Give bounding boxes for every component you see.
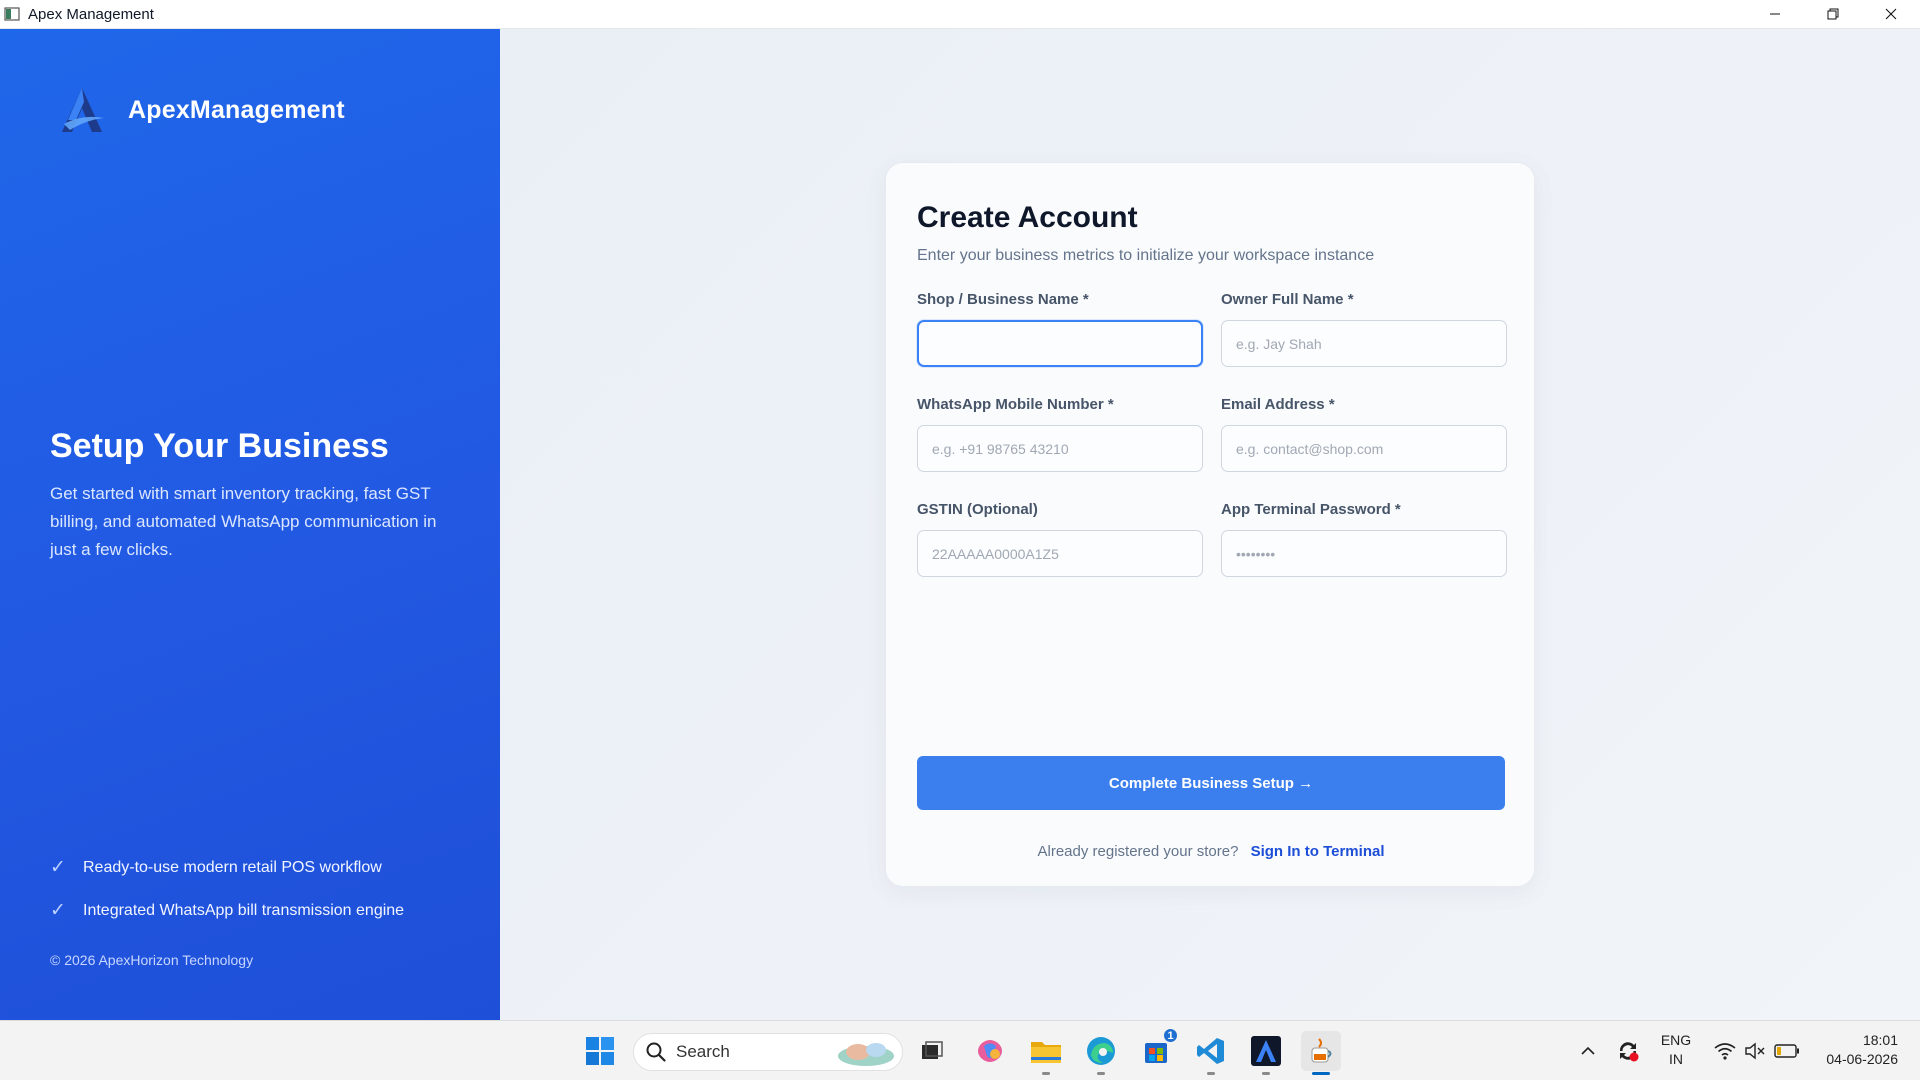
- owner-name-field: Owner Full Name *: [1221, 291, 1507, 367]
- taskbar-vscode[interactable]: [1191, 1031, 1231, 1075]
- taskbar-task-view[interactable]: [912, 1031, 952, 1071]
- shop-name-input[interactable]: [917, 320, 1203, 367]
- start-button[interactable]: [580, 1031, 620, 1071]
- tray-show-hidden[interactable]: [1568, 1031, 1608, 1071]
- tray-language[interactable]: ENG IN: [1660, 1031, 1692, 1069]
- windows-start-icon: [586, 1037, 614, 1065]
- email-field: Email Address *: [1221, 396, 1507, 472]
- folder-icon: [1031, 1042, 1061, 1063]
- taskbar-edge[interactable]: [1081, 1031, 1121, 1075]
- notification-badge: 1: [1162, 1027, 1179, 1044]
- feature-list: ✓ Ready-to-use modern retail POS workflo…: [50, 846, 404, 932]
- clock-time: 18:01: [1862, 1032, 1898, 1048]
- complete-setup-button[interactable]: Complete Business Setup →: [917, 756, 1505, 810]
- window-title: Apex Management: [28, 5, 154, 23]
- gstin-field: GSTIN (Optional): [917, 501, 1203, 577]
- window-titlebar: Apex Management: [0, 0, 1920, 29]
- battery-icon: [1774, 1044, 1799, 1058]
- region-code: IN: [1669, 1051, 1683, 1067]
- taskbar-apex-app[interactable]: [1246, 1031, 1286, 1075]
- gstin-label: GSTIN (Optional): [917, 501, 1038, 518]
- feature-text: Ready-to-use modern retail POS workflow: [83, 858, 382, 876]
- minimize-icon: [1770, 13, 1780, 15]
- restore-button[interactable]: [1804, 0, 1862, 29]
- hero-section: Setup Your Business Get started with sma…: [50, 427, 460, 564]
- taskbar-copilot[interactable]: [970, 1031, 1010, 1071]
- edge-browser-icon: [1087, 1037, 1115, 1065]
- taskbar-store[interactable]: 1: [1136, 1027, 1179, 1071]
- shop-name-label: Shop / Business Name *: [917, 291, 1089, 308]
- email-label: Email Address *: [1221, 396, 1335, 413]
- minimize-button[interactable]: [1746, 0, 1804, 29]
- apex-logo-icon: [62, 88, 104, 132]
- copilot-icon: [978, 1040, 1002, 1062]
- window-controls: [1746, 0, 1920, 29]
- branding-panel: ApexManagement Setup Your Business Get s…: [0, 29, 500, 1020]
- tray-sync[interactable]: [1608, 1031, 1648, 1071]
- app-window-icon: [4, 6, 20, 22]
- owner-name-label: Owner Full Name *: [1221, 291, 1354, 308]
- password-field: App Terminal Password *: [1221, 501, 1507, 577]
- signin-link[interactable]: Sign In to Terminal: [1251, 843, 1385, 860]
- taskbar-file-explorer[interactable]: [1026, 1031, 1066, 1075]
- copyright-text: © 2026 ApexHorizon Technology: [50, 952, 254, 968]
- password-input[interactable]: [1221, 530, 1507, 577]
- search-highlight-icon: [838, 1043, 894, 1066]
- brand-name: ApexManagement: [128, 95, 345, 124]
- vscode-icon: [1197, 1038, 1224, 1064]
- form-subtitle: Enter your business metrics to initializ…: [917, 247, 1375, 264]
- chevron-up-icon: [1581, 1046, 1595, 1055]
- search-label: Search: [676, 1042, 730, 1061]
- search-icon: [646, 1042, 666, 1062]
- restore-icon: [1827, 8, 1839, 20]
- apex-app-icon: [1251, 1036, 1281, 1066]
- close-button[interactable]: [1862, 0, 1920, 29]
- gstin-input[interactable]: [917, 530, 1203, 577]
- create-account-card: Create Account Enter your business metri…: [885, 162, 1535, 887]
- taskbar: Search 1 ENG IN 18:01 04-06-2026: [0, 1020, 1920, 1080]
- taskbar-java-app[interactable]: [1301, 1031, 1341, 1075]
- sync-icon: [1619, 1042, 1639, 1062]
- hero-description: Get started with smart inventory trackin…: [50, 484, 437, 559]
- hero-title: Setup Your Business: [50, 427, 389, 465]
- feature-text: Integrated WhatsApp bill transmission en…: [83, 901, 405, 919]
- whatsapp-input[interactable]: [917, 425, 1203, 472]
- tray-clock[interactable]: 18:01 04-06-2026: [1812, 1031, 1898, 1069]
- java-icon: [1311, 1038, 1332, 1063]
- clock-date: 04-06-2026: [1826, 1051, 1898, 1067]
- check-icon: ✓: [50, 857, 66, 878]
- signin-prompt: Already registered your store?: [1037, 843, 1239, 860]
- password-label: App Terminal Password *: [1221, 501, 1401, 518]
- feature-item: ✓ Integrated WhatsApp bill transmission …: [50, 889, 404, 932]
- email-input[interactable]: [1221, 425, 1507, 472]
- shop-name-field: Shop / Business Name *: [917, 291, 1203, 367]
- speaker-muted-icon: [1745, 1042, 1765, 1060]
- taskbar-search[interactable]: Search: [633, 1033, 903, 1071]
- tray-quick-settings[interactable]: [1702, 1031, 1812, 1071]
- form-area: Create Account Enter your business metri…: [500, 29, 1920, 1020]
- form-title: Create Account: [917, 201, 1138, 234]
- whatsapp-label: WhatsApp Mobile Number *: [917, 396, 1114, 413]
- whatsapp-field: WhatsApp Mobile Number *: [917, 396, 1203, 472]
- owner-name-input[interactable]: [1221, 320, 1507, 367]
- close-icon: [1885, 8, 1897, 20]
- signin-row: Already registered your store? Sign In t…: [886, 843, 1536, 860]
- wifi-icon: [1714, 1043, 1736, 1060]
- check-icon: ✓: [50, 900, 66, 921]
- language-code: ENG: [1660, 1032, 1692, 1048]
- brand: ApexManagement: [56, 84, 345, 136]
- task-view-icon: [922, 1041, 943, 1059]
- feature-item: ✓ Ready-to-use modern retail POS workflo…: [50, 846, 404, 889]
